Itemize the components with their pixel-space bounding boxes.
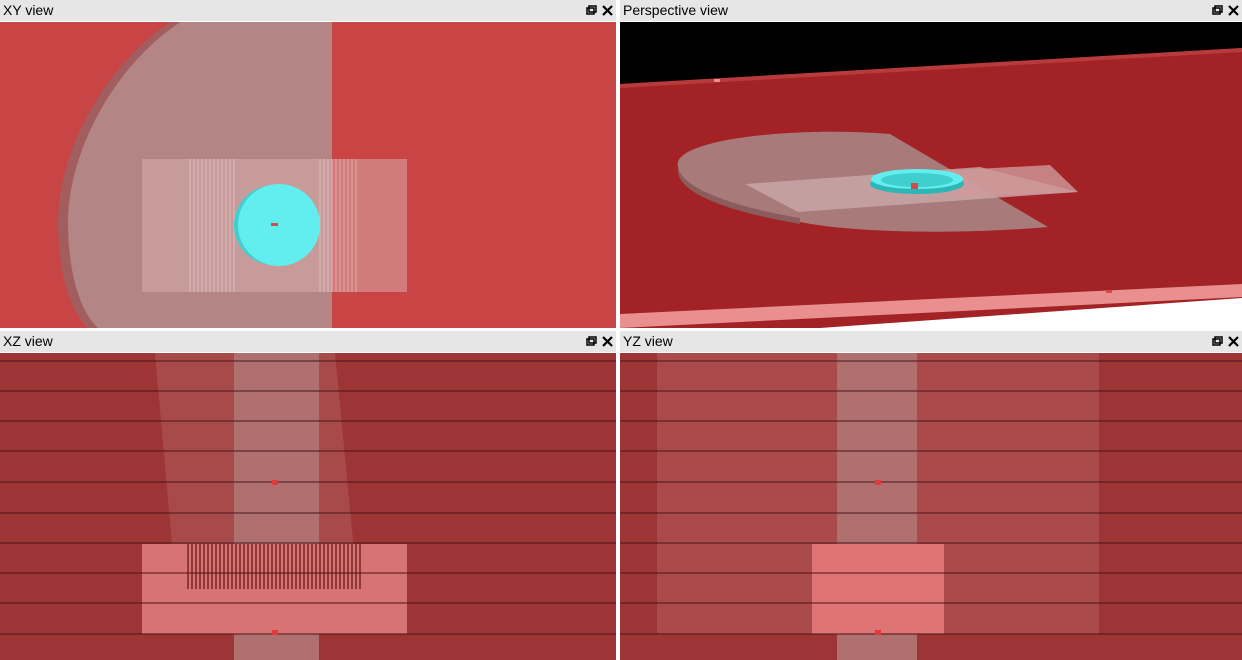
close-icon[interactable]: [1227, 335, 1240, 348]
xy-view-canvas[interactable]: [0, 22, 616, 328]
yz-view-titlebar[interactable]: YZ view: [620, 331, 1242, 352]
xz-scene: [0, 353, 616, 660]
perspective-view-titlebar[interactable]: Perspective view: [620, 0, 1242, 21]
restore-icon[interactable]: [585, 335, 598, 348]
xz-view-canvas[interactable]: [0, 353, 616, 660]
yz-view-title: YZ view: [623, 333, 673, 349]
xy-scene: [0, 22, 616, 328]
close-icon[interactable]: [601, 4, 614, 17]
close-icon[interactable]: [1227, 4, 1240, 17]
perspective-view-panel: Perspective view: [620, 0, 1242, 328]
perspective-view-title: Perspective view: [623, 2, 729, 18]
yz-view-panel: YZ view: [620, 331, 1242, 660]
xz-view-titlebar[interactable]: XZ view: [0, 331, 616, 352]
xy-view-panel: XY view: [0, 0, 616, 328]
xz-view-title: XZ view: [3, 333, 53, 349]
restore-icon[interactable]: [585, 4, 598, 17]
restore-icon[interactable]: [1211, 335, 1224, 348]
xy-view-titlebar[interactable]: XY view: [0, 0, 616, 21]
yz-scene: [620, 353, 1242, 660]
close-icon[interactable]: [601, 335, 614, 348]
perspective-view-canvas[interactable]: [620, 22, 1242, 328]
perspective-scene: [620, 22, 1242, 328]
restore-icon[interactable]: [1211, 4, 1224, 17]
yz-view-canvas[interactable]: [620, 353, 1242, 660]
xz-view-panel: XZ view: [0, 331, 616, 660]
xy-view-title: XY view: [3, 2, 54, 18]
